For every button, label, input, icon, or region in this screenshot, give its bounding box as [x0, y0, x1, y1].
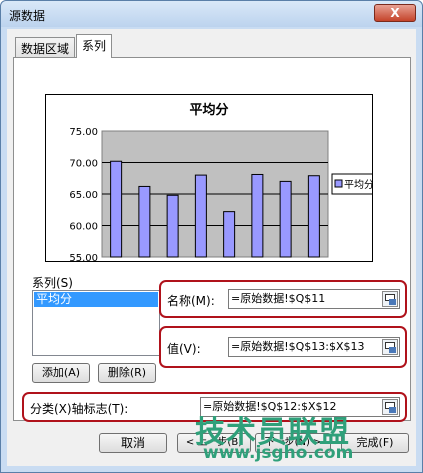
- tab-data-range[interactable]: 数据区域: [15, 37, 76, 57]
- series-listbox[interactable]: 平均分: [32, 290, 160, 356]
- name-label: 名称(M):: [167, 294, 215, 308]
- window-title: 源数据: [9, 9, 46, 23]
- y-tick-label: 65.00: [69, 190, 98, 201]
- range-select-icon[interactable]: [382, 291, 398, 307]
- close-button[interactable]: X: [374, 4, 416, 22]
- values-label: 值(V):: [167, 342, 201, 356]
- bar: [307, 175, 320, 258]
- y-tick-label: 70.00: [69, 159, 98, 170]
- title-bar: 源数据 X: [1, 1, 422, 27]
- watermark-url: www.jsgho.com: [203, 443, 354, 463]
- y-tick-label: 60.00: [69, 222, 98, 233]
- bar: [166, 194, 179, 258]
- source-data-dialog: 源数据 X 数据区域 系列 平均分 75.00 70.00 65.00 60.00 55…: [0, 0, 423, 473]
- bar: [279, 180, 292, 258]
- name-field-value: =原始数据!$Q$11: [231, 292, 326, 305]
- add-series-button[interactable]: 添加(A): [32, 363, 90, 383]
- chart-preview: 平均分 75.0070.0065.0060.0055.00语文数学英语政治物理地…: [45, 94, 373, 262]
- range-select-icon[interactable]: [382, 339, 398, 355]
- values-field[interactable]: =原始数据!$Q$13:$X$13: [228, 337, 400, 357]
- chart-canvas: 75.0070.0065.0060.0055.00语文数学英语政治物理地理历史生…: [69, 127, 372, 261]
- bar: [110, 160, 123, 258]
- category-axis-label: 分类(X)轴标志(T):: [30, 402, 129, 416]
- series-tab-panel: 平均分 75.0070.0065.0060.0055.00语文数学英语政治物理地…: [13, 57, 411, 422]
- bar: [223, 211, 236, 258]
- name-field[interactable]: =原始数据!$Q$11: [228, 289, 400, 309]
- delete-series-button[interactable]: 删除(R): [98, 363, 156, 383]
- series-list-item[interactable]: 平均分: [34, 292, 158, 307]
- y-tick-label: 55.00: [69, 253, 98, 261]
- bar: [251, 173, 264, 258]
- dialog-client: 数据区域 系列 平均分 75.0070.0065.0060.0055.00语文数…: [7, 29, 416, 466]
- legend-label: 平均分: [344, 179, 372, 191]
- values-field-value: =原始数据!$Q$13:$X$13: [231, 340, 365, 353]
- y-tick-label: 75.00: [69, 127, 98, 138]
- bar: [138, 185, 151, 258]
- tab-series[interactable]: 系列: [76, 34, 113, 58]
- series-list-label: 系列(S): [32, 276, 73, 290]
- bar: [194, 174, 207, 258]
- cancel-button[interactable]: 取消: [99, 433, 167, 453]
- range-select-icon[interactable]: [382, 399, 398, 415]
- legend-swatch: [334, 179, 343, 188]
